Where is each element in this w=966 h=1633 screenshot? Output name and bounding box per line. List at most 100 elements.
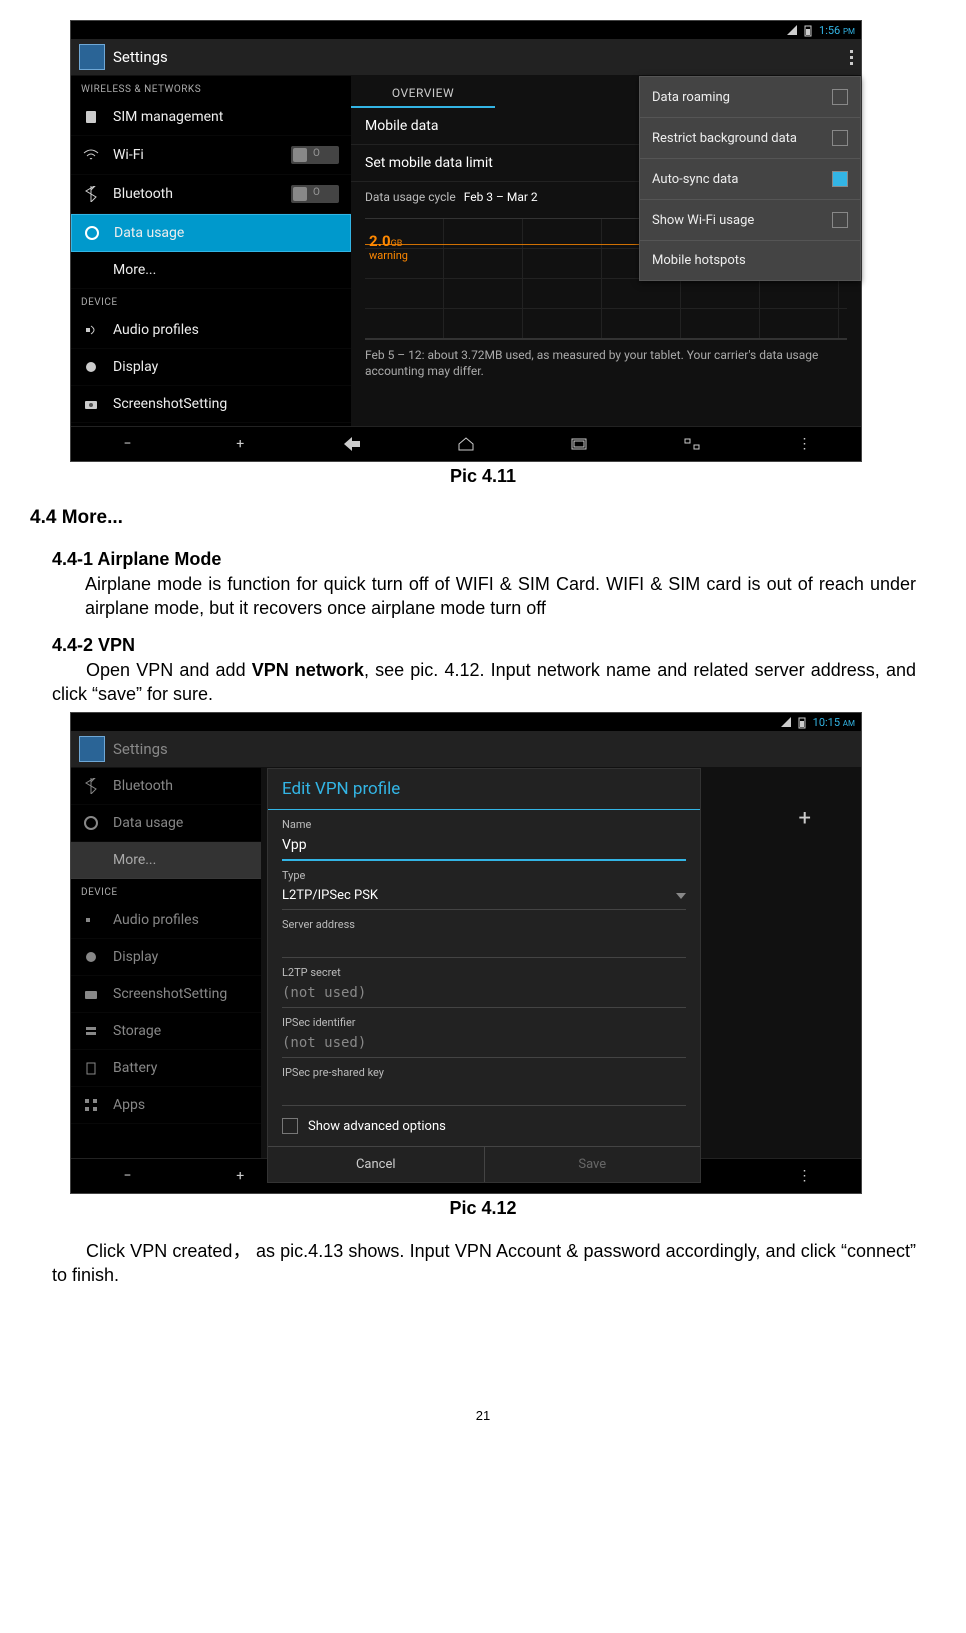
sidebar-item-audio[interactable]: Audio profiles (71, 312, 351, 349)
content-area: + Edit VPN profile Name Vpp Type L2TP/IP… (261, 768, 861, 1158)
status-bar: 10:15 AM (71, 713, 861, 731)
sidebar-item-bluetooth[interactable]: Bluetooth O (71, 175, 351, 214)
heading-more: 4.4 More... (30, 507, 936, 529)
input-ipsec-key[interactable] (282, 1081, 686, 1106)
audio-icon (83, 912, 99, 928)
sidebar-item-screenshot[interactable]: ScreenshotSetting (71, 386, 351, 423)
checkbox-icon[interactable] (832, 212, 848, 228)
heading-vpn: 4.4-2 VPN (52, 635, 936, 656)
field-label-server: Server address (268, 910, 700, 933)
add-vpn-button[interactable]: + (799, 806, 811, 831)
wifi-toggle[interactable]: O (291, 146, 339, 164)
select-vpn-type[interactable]: L2TP/IPSec PSK (282, 884, 686, 910)
appbar-title: Settings (113, 740, 168, 758)
data-usage-icon (84, 225, 100, 241)
sidebar-item-display[interactable]: Display (71, 939, 261, 976)
figure-caption: Pic 4.12 (30, 1198, 936, 1219)
sidebar-item-battery[interactable]: Battery (71, 1050, 261, 1087)
nav-vol-up-icon[interactable]: + (228, 432, 252, 456)
nav-recent-icon[interactable] (567, 432, 591, 456)
sidebar-item-more[interactable]: More... (71, 252, 351, 289)
chevron-down-icon (676, 893, 686, 899)
paragraph-vpn: Open VPN and add VPN network, see pic. 4… (52, 658, 916, 707)
battery-icon (797, 717, 807, 727)
appbar-title: Settings (113, 48, 168, 66)
sidebar-item-data-usage[interactable]: Data usage (71, 214, 351, 252)
tab-overview[interactable]: OVERVIEW (351, 76, 495, 108)
sidebar-item-more[interactable]: More... (71, 842, 261, 879)
sidebar-item-wifi[interactable]: Wi-Fi O (71, 136, 351, 175)
sidebar-section-label: DEVICE (71, 879, 261, 902)
settings-icon (79, 736, 105, 762)
nav-vol-up-icon[interactable]: + (228, 1164, 252, 1188)
input-server-address[interactable] (282, 933, 686, 958)
page-number: 21 (30, 1408, 936, 1423)
wifi-icon (83, 147, 99, 163)
menu-item-roaming[interactable]: Data roaming (640, 77, 860, 118)
input-ipsec-id[interactable]: (not used) (282, 1031, 686, 1058)
warning-label: 2.0GB warning (369, 233, 408, 262)
field-label-l2tp: L2TP secret (268, 958, 700, 981)
paragraph-airplane: Airplane mode is function for quick turn… (85, 572, 916, 621)
settings-icon (79, 44, 105, 70)
camera-icon (83, 986, 99, 1002)
input-l2tp-secret[interactable]: (not used) (282, 981, 686, 1008)
checkbox-icon[interactable] (832, 89, 848, 105)
nav-vol-down-icon[interactable]: − (115, 432, 139, 456)
nav-screenshot-icon[interactable] (680, 432, 704, 456)
field-label-ipsec-id: IPSec identifier (268, 1008, 700, 1031)
app-bar: Settings (71, 731, 861, 768)
paragraph-after: Click VPN created， as pic.4.13 shows. In… (52, 1239, 916, 1288)
heading-airplane: 4.4-1 Airplane Mode (52, 549, 936, 570)
checkbox-icon[interactable] (832, 130, 848, 146)
nav-menu-dots-icon[interactable]: ⋮ (792, 1164, 816, 1188)
sidebar-item-apps[interactable]: Apps (71, 1087, 261, 1124)
input-vpn-name[interactable]: Vpp (282, 833, 686, 861)
sidebar-section-label: DEVICE (71, 289, 351, 312)
save-button[interactable]: Save (485, 1147, 701, 1182)
signal-icon (781, 717, 791, 727)
sidebar-item-sim[interactable]: SIM management (71, 99, 351, 136)
menu-item-autosync[interactable]: Auto-sync data (640, 159, 860, 200)
field-label-name: Name (268, 810, 700, 833)
app-bar: Settings (71, 39, 861, 76)
battery-icon (83, 1060, 99, 1076)
status-clock: 10:15 AM (813, 716, 855, 729)
cancel-button[interactable]: Cancel (268, 1147, 485, 1182)
nav-menu-dots-icon[interactable]: ⋮ (792, 432, 816, 456)
sidebar-item-audio[interactable]: Audio profiles (71, 902, 261, 939)
sidebar-item-screenshot[interactable]: ScreenshotSetting (71, 976, 261, 1013)
usage-note: Feb 5 – 12: about 3.72MB used, as measur… (351, 340, 861, 387)
field-label-type: Type (268, 861, 700, 884)
checkbox-icon (282, 1118, 298, 1134)
checkbox-checked-icon[interactable] (832, 171, 848, 187)
status-bar: 1:56 PM (71, 21, 861, 39)
nav-back-icon[interactable] (341, 432, 365, 456)
sidebar-item-data-usage[interactable]: Data usage (71, 805, 261, 842)
display-icon (83, 359, 99, 375)
sim-icon (83, 109, 99, 125)
nav-home-icon[interactable] (454, 432, 478, 456)
sidebar-item-bluetooth[interactable]: Bluetooth (71, 768, 261, 805)
menu-item-hotspots[interactable]: Mobile hotspots (640, 241, 860, 280)
screenshot-vpn-edit: 10:15 AM Settings Bluetooth Data usage M… (70, 712, 862, 1194)
apps-icon (83, 1097, 99, 1113)
storage-icon (83, 1023, 99, 1039)
menu-item-restrict[interactable]: Restrict background data (640, 118, 860, 159)
overflow-menu-button[interactable] (850, 50, 853, 65)
checkbox-advanced[interactable]: Show advanced options (268, 1106, 700, 1146)
field-label-ipsec-key: IPSec pre-shared key (268, 1058, 700, 1081)
sidebar-item-storage[interactable]: Storage (71, 1013, 261, 1050)
status-clock: 1:56 PM (819, 24, 855, 37)
menu-item-wifi-usage[interactable]: Show Wi-Fi usage (640, 200, 860, 241)
sidebar: Bluetooth Data usage More... DEVICE Audi… (71, 768, 261, 1158)
sidebar-item-display[interactable]: Display (71, 349, 351, 386)
battery-icon (803, 25, 813, 35)
bluetooth-toggle[interactable]: O (291, 185, 339, 203)
audio-icon (83, 322, 99, 338)
overflow-menu: Data roaming Restrict background data Au… (639, 76, 861, 281)
dialog-edit-vpn: Edit VPN profile Name Vpp Type L2TP/IPSe… (267, 768, 701, 1183)
content-area: OVERVIEW Mobile data Set mobile data lim… (351, 76, 861, 426)
nav-vol-down-icon[interactable]: − (115, 1164, 139, 1188)
dialog-buttons: Cancel Save (268, 1146, 700, 1182)
